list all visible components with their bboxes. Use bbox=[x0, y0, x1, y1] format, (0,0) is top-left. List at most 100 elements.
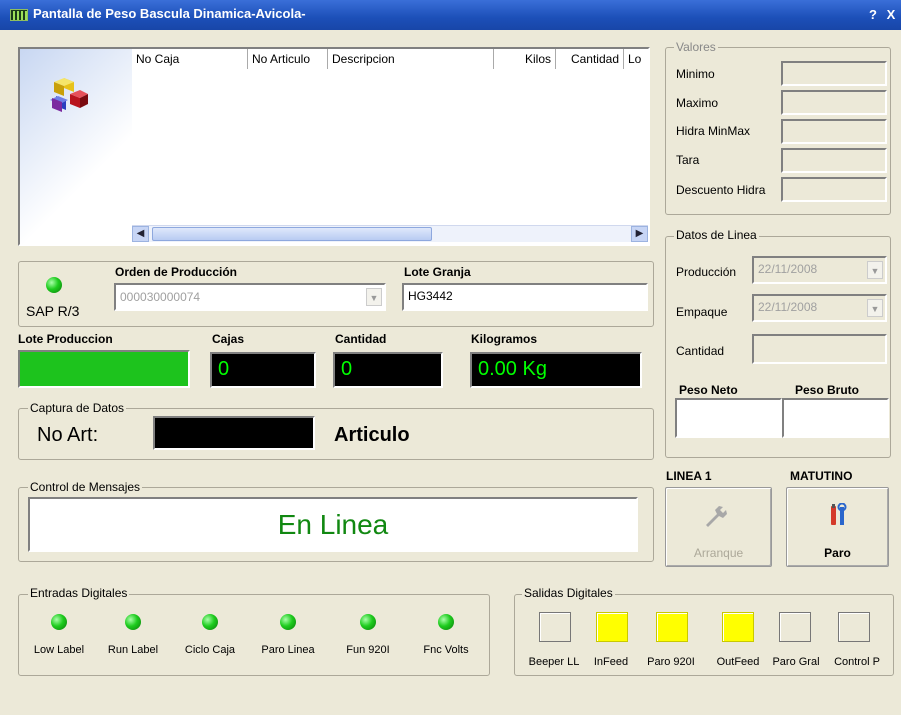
arranque-label: Arranque bbox=[693, 546, 744, 560]
captura-datos-legend: Captura de Datos bbox=[28, 401, 127, 415]
output-indicator bbox=[722, 612, 754, 642]
help-button[interactable]: ? bbox=[866, 7, 880, 22]
sap-status-led bbox=[46, 277, 62, 293]
descuento-hidra-label: Descuento Hidra bbox=[676, 183, 766, 197]
cantidad-display: 0 bbox=[333, 352, 443, 388]
horizontal-scrollbar[interactable]: ◀ ▶ bbox=[132, 225, 648, 242]
output-indicator bbox=[539, 612, 571, 642]
grid-header: No Caja No Articulo Descripcion Kilos Ca… bbox=[132, 49, 648, 69]
salidas-digitales-legend: Salidas Digitales bbox=[522, 586, 615, 600]
maximo-label: Maximo bbox=[676, 96, 719, 110]
hidra-minmax-field[interactable] bbox=[781, 119, 887, 144]
output-indicator bbox=[779, 612, 811, 642]
column-header[interactable]: Descripcion bbox=[328, 49, 494, 69]
lote-granja-value: HG3442 bbox=[408, 289, 453, 303]
linea-label: LINEA 1 bbox=[666, 469, 712, 483]
title-bar: Pantalla de Peso Bascula Dinamica-Avicol… bbox=[0, 0, 901, 30]
output-indicator bbox=[596, 612, 628, 642]
cantidad-field[interactable] bbox=[752, 334, 887, 364]
input-label: Fnc Volts bbox=[423, 644, 469, 656]
input-led bbox=[438, 614, 454, 630]
input-led bbox=[360, 614, 376, 630]
lote-granja-input[interactable]: HG3442 bbox=[402, 283, 648, 311]
produccion-date-value: 22/11/2008 bbox=[758, 262, 818, 276]
column-header[interactable]: Cantidad bbox=[556, 49, 624, 69]
wrench-icon bbox=[706, 506, 727, 527]
input-label: Low Label bbox=[33, 644, 85, 656]
entradas-digitales-legend: Entradas Digitales bbox=[28, 586, 130, 600]
input-led bbox=[202, 614, 218, 630]
empaque-date-picker[interactable]: 22/11/2008 ▼ bbox=[752, 294, 887, 322]
valores-legend: Valores bbox=[674, 40, 718, 54]
input-label: Fun 920I bbox=[346, 644, 390, 656]
output-label: InFeed bbox=[593, 656, 629, 668]
paro-button[interactable]: Paro bbox=[786, 487, 889, 567]
descuento-hidra-field[interactable] bbox=[781, 177, 887, 202]
turno-label: MATUTINO bbox=[790, 469, 853, 483]
datos-linea-legend: Datos de Linea bbox=[674, 228, 759, 242]
minimo-label: Minimo bbox=[676, 67, 715, 81]
empaque-date-value: 22/11/2008 bbox=[758, 300, 818, 314]
lote-produccion-label: Lote Produccion bbox=[18, 332, 113, 346]
kilogramos-label: Kilogramos bbox=[471, 332, 538, 346]
articulo-label: Articulo bbox=[334, 424, 410, 446]
produccion-label: Producción bbox=[676, 265, 737, 279]
output-indicator bbox=[656, 612, 688, 642]
input-led bbox=[125, 614, 141, 630]
no-art-label: No Art: bbox=[37, 424, 99, 446]
records-grid[interactable]: No Caja No Articulo Descripcion Kilos Ca… bbox=[18, 47, 650, 246]
produccion-date-picker[interactable]: 22/11/2008 ▼ bbox=[752, 256, 887, 284]
lote-granja-label: Lote Granja bbox=[404, 265, 471, 279]
tara-label: Tara bbox=[676, 153, 700, 167]
maximo-field[interactable] bbox=[781, 90, 887, 115]
arranque-button[interactable]: Arranque bbox=[665, 487, 772, 567]
output-label: Control P bbox=[834, 656, 880, 668]
column-header[interactable]: Kilos bbox=[494, 49, 556, 69]
column-header[interactable]: Lo bbox=[624, 49, 648, 69]
input-label: Paro Linea bbox=[261, 644, 315, 656]
scroll-left-icon[interactable]: ◀ bbox=[132, 226, 149, 242]
tara-field[interactable] bbox=[781, 148, 887, 173]
peso-neto-field[interactable] bbox=[675, 398, 782, 438]
chevron-down-icon[interactable]: ▼ bbox=[867, 261, 883, 279]
cubes-icon bbox=[50, 78, 88, 112]
chevron-down-icon[interactable]: ▼ bbox=[366, 288, 382, 306]
input-label: Ciclo Caja bbox=[184, 644, 236, 656]
scroll-right-icon[interactable]: ▶ bbox=[631, 226, 648, 242]
cajas-label: Cajas bbox=[212, 332, 245, 346]
output-label: Paro 920I bbox=[647, 656, 695, 668]
status-message: En Linea bbox=[277, 509, 389, 540]
orden-produccion-label: Orden de Producción bbox=[115, 265, 238, 279]
minimo-field[interactable] bbox=[781, 61, 887, 86]
column-header[interactable]: No Articulo bbox=[248, 49, 328, 69]
close-button[interactable]: X bbox=[884, 7, 898, 22]
hidra-minmax-label: Hidra MinMax bbox=[676, 124, 751, 138]
scroll-thumb[interactable] bbox=[152, 227, 432, 241]
input-led bbox=[51, 614, 67, 630]
tools-icon bbox=[831, 503, 847, 525]
column-header[interactable]: No Caja bbox=[132, 49, 248, 69]
cantidad-label: Cantidad bbox=[676, 344, 725, 358]
window-title: Pantalla de Peso Bascula Dinamica-Avicol… bbox=[33, 6, 306, 21]
no-art-display bbox=[153, 416, 315, 450]
peso-neto-label: Peso Neto bbox=[679, 383, 738, 397]
paro-label: Paro bbox=[824, 546, 851, 560]
peso-bruto-label: Peso Bruto bbox=[795, 383, 860, 397]
app-icon bbox=[10, 9, 28, 21]
mensajes-legend: Control de Mensajes bbox=[28, 480, 143, 494]
output-label: Beeper LL bbox=[528, 656, 580, 668]
orden-produccion-value: 000030000074 bbox=[120, 290, 201, 304]
output-label: Paro Gral bbox=[772, 656, 820, 668]
cajas-display: 0 bbox=[210, 352, 316, 388]
entradas-digitales-group bbox=[18, 594, 490, 676]
mensajes-display: En Linea bbox=[28, 497, 638, 552]
empaque-label: Empaque bbox=[676, 305, 728, 319]
orden-produccion-combo[interactable]: 000030000074 ▼ bbox=[114, 283, 386, 311]
input-label: Run Label bbox=[107, 644, 159, 656]
cantidad-metric-label: Cantidad bbox=[335, 332, 387, 346]
sap-label: SAP R/3 bbox=[26, 303, 80, 319]
output-indicator bbox=[838, 612, 870, 642]
chevron-down-icon[interactable]: ▼ bbox=[867, 299, 883, 317]
lote-produccion-indicator bbox=[18, 350, 190, 388]
peso-bruto-field[interactable] bbox=[782, 398, 889, 438]
